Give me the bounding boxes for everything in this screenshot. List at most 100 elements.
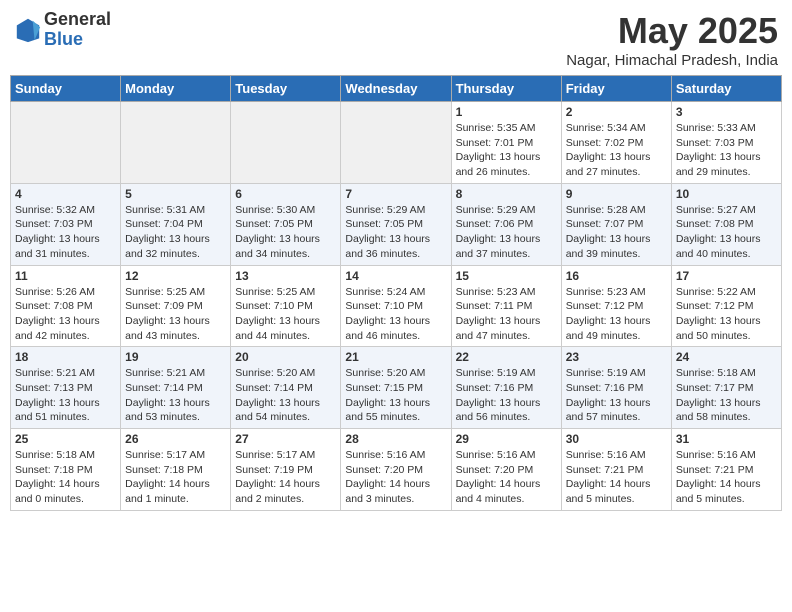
calendar-cell: 5 Sunrise: 5:31 AM Sunset: 7:04 PM Daylig… bbox=[121, 183, 231, 265]
day-info: Sunrise: 5:16 AM Sunset: 7:20 PM Dayligh… bbox=[456, 448, 557, 507]
day-number: 30 bbox=[566, 432, 667, 446]
day-number: 9 bbox=[566, 187, 667, 201]
day-info: Sunrise: 5:19 AM Sunset: 7:16 PM Dayligh… bbox=[456, 366, 557, 425]
day-number: 26 bbox=[125, 432, 226, 446]
day-number: 15 bbox=[456, 269, 557, 283]
day-info: Sunrise: 5:33 AM Sunset: 7:03 PM Dayligh… bbox=[676, 121, 777, 180]
calendar-cell: 14Sunrise: 5:24 AM Sunset: 7:10 PM Dayli… bbox=[341, 265, 451, 347]
day-info: Sunrise: 5:29 AM Sunset: 7:06 PM Dayligh… bbox=[456, 203, 557, 262]
calendar-cell: 16 Sunrise: 5:23 AM Sunset: 7:12 PM Dayli… bbox=[561, 265, 671, 347]
calendar-cell: 21 Sunrise: 5:20 AM Sunset: 7:15 PM Dayli… bbox=[341, 347, 451, 429]
title-block: May 2025 Nagar, Himachal Pradesh, India bbox=[566, 10, 778, 69]
day-number: 16 bbox=[566, 269, 667, 283]
day-info: Sunrise: 5:25 AM Sunset: 7:09 PM Dayligh… bbox=[125, 285, 226, 344]
logo-icon bbox=[14, 16, 42, 44]
day-info: Sunrise: 5:17 AM Sunset: 7:18 PM Dayligh… bbox=[125, 448, 226, 507]
calendar-cell: 12 Sunrise: 5:25 AM Sunset: 7:09 PM Dayli… bbox=[121, 265, 231, 347]
calendar-week-row: 11 Sunrise: 5:26 AM Sunset: 7:08 PM Dayli… bbox=[11, 265, 782, 347]
day-info: Sunrise: 5:28 AM Sunset: 7:07 PM Dayligh… bbox=[566, 203, 667, 262]
weekday-header-tuesday: Tuesday bbox=[231, 76, 341, 102]
day-info: Sunrise: 5:23 AM Sunset: 7:11 PM Dayligh… bbox=[456, 285, 557, 344]
day-info: Sunrise: 5:24 AM Sunset: 7:10 PM Dayligh… bbox=[345, 285, 446, 344]
day-number: 19 bbox=[125, 350, 226, 364]
calendar-cell: 9 Sunrise: 5:28 AM Sunset: 7:07 PM Daylig… bbox=[561, 183, 671, 265]
day-number: 28 bbox=[345, 432, 446, 446]
logo-general-text: General bbox=[44, 10, 111, 30]
day-info: Sunrise: 5:26 AM Sunset: 7:08 PM Dayligh… bbox=[15, 285, 116, 344]
day-number: 3 bbox=[676, 105, 777, 119]
day-info: Sunrise: 5:32 AM Sunset: 7:03 PM Dayligh… bbox=[15, 203, 116, 262]
page-header: General Blue May 2025 Nagar, Himachal Pr… bbox=[10, 10, 782, 69]
day-number: 17 bbox=[676, 269, 777, 283]
calendar-week-row: 4Sunrise: 5:32 AM Sunset: 7:03 PM Daylig… bbox=[11, 183, 782, 265]
day-number: 12 bbox=[125, 269, 226, 283]
calendar-cell: 24Sunrise: 5:18 AM Sunset: 7:17 PM Dayli… bbox=[671, 347, 781, 429]
logo: General Blue bbox=[14, 10, 111, 50]
day-number: 11 bbox=[15, 269, 116, 283]
calendar-cell: 15 Sunrise: 5:23 AM Sunset: 7:11 PM Dayli… bbox=[451, 265, 561, 347]
weekday-header-sunday: Sunday bbox=[11, 76, 121, 102]
day-number: 10 bbox=[676, 187, 777, 201]
day-info: Sunrise: 5:17 AM Sunset: 7:19 PM Dayligh… bbox=[235, 448, 336, 507]
calendar-cell: 17 Sunrise: 5:22 AM Sunset: 7:12 PM Dayli… bbox=[671, 265, 781, 347]
weekday-header-saturday: Saturday bbox=[671, 76, 781, 102]
calendar-cell: 19 Sunrise: 5:21 AM Sunset: 7:14 PM Dayli… bbox=[121, 347, 231, 429]
calendar-cell: 26 Sunrise: 5:17 AM Sunset: 7:18 PM Dayli… bbox=[121, 429, 231, 511]
weekday-header-row: SundayMondayTuesdayWednesdayThursdayFrid… bbox=[11, 76, 782, 102]
calendar-cell: 30 Sunrise: 5:16 AM Sunset: 7:21 PM Dayli… bbox=[561, 429, 671, 511]
calendar-cell: 10 Sunrise: 5:27 AM Sunset: 7:08 PM Dayli… bbox=[671, 183, 781, 265]
day-info: Sunrise: 5:18 AM Sunset: 7:17 PM Dayligh… bbox=[676, 366, 777, 425]
day-info: Sunrise: 5:31 AM Sunset: 7:04 PM Dayligh… bbox=[125, 203, 226, 262]
day-number: 5 bbox=[125, 187, 226, 201]
day-info: Sunrise: 5:19 AM Sunset: 7:16 PM Dayligh… bbox=[566, 366, 667, 425]
calendar-cell: 1Sunrise: 5:35 AM Sunset: 7:01 PM Daylig… bbox=[451, 102, 561, 184]
day-number: 21 bbox=[345, 350, 446, 364]
day-info: Sunrise: 5:21 AM Sunset: 7:14 PM Dayligh… bbox=[125, 366, 226, 425]
day-info: Sunrise: 5:16 AM Sunset: 7:21 PM Dayligh… bbox=[676, 448, 777, 507]
calendar-week-row: 18Sunrise: 5:21 AM Sunset: 7:13 PM Dayli… bbox=[11, 347, 782, 429]
logo-blue-text: Blue bbox=[44, 30, 111, 50]
day-number: 31 bbox=[676, 432, 777, 446]
day-number: 2 bbox=[566, 105, 667, 119]
calendar-cell: 6Sunrise: 5:30 AM Sunset: 7:05 PM Daylig… bbox=[231, 183, 341, 265]
calendar-cell: 25 Sunrise: 5:18 AM Sunset: 7:18 PM Dayli… bbox=[11, 429, 121, 511]
day-info: Sunrise: 5:27 AM Sunset: 7:08 PM Dayligh… bbox=[676, 203, 777, 262]
calendar-cell bbox=[11, 102, 121, 184]
day-number: 6 bbox=[235, 187, 336, 201]
day-info: Sunrise: 5:23 AM Sunset: 7:12 PM Dayligh… bbox=[566, 285, 667, 344]
calendar-table: SundayMondayTuesdayWednesdayThursdayFrid… bbox=[10, 75, 782, 511]
weekday-header-monday: Monday bbox=[121, 76, 231, 102]
day-info: Sunrise: 5:22 AM Sunset: 7:12 PM Dayligh… bbox=[676, 285, 777, 344]
day-info: Sunrise: 5:25 AM Sunset: 7:10 PM Dayligh… bbox=[235, 285, 336, 344]
weekday-header-thursday: Thursday bbox=[451, 76, 561, 102]
day-number: 29 bbox=[456, 432, 557, 446]
day-info: Sunrise: 5:35 AM Sunset: 7:01 PM Dayligh… bbox=[456, 121, 557, 180]
calendar-cell: 8 Sunrise: 5:29 AM Sunset: 7:06 PM Daylig… bbox=[451, 183, 561, 265]
calendar-cell: 2 Sunrise: 5:34 AM Sunset: 7:02 PM Daylig… bbox=[561, 102, 671, 184]
calendar-week-row: 1Sunrise: 5:35 AM Sunset: 7:01 PM Daylig… bbox=[11, 102, 782, 184]
day-number: 8 bbox=[456, 187, 557, 201]
calendar-cell: 27Sunrise: 5:17 AM Sunset: 7:19 PM Dayli… bbox=[231, 429, 341, 511]
day-number: 22 bbox=[456, 350, 557, 364]
day-number: 25 bbox=[15, 432, 116, 446]
day-info: Sunrise: 5:34 AM Sunset: 7:02 PM Dayligh… bbox=[566, 121, 667, 180]
calendar-cell: 23Sunrise: 5:19 AM Sunset: 7:16 PM Dayli… bbox=[561, 347, 671, 429]
day-info: Sunrise: 5:16 AM Sunset: 7:21 PM Dayligh… bbox=[566, 448, 667, 507]
calendar-cell: 31 Sunrise: 5:16 AM Sunset: 7:21 PM Dayli… bbox=[671, 429, 781, 511]
calendar-cell: 4Sunrise: 5:32 AM Sunset: 7:03 PM Daylig… bbox=[11, 183, 121, 265]
calendar-cell: 29 Sunrise: 5:16 AM Sunset: 7:20 PM Dayli… bbox=[451, 429, 561, 511]
calendar-cell: 22 Sunrise: 5:19 AM Sunset: 7:16 PM Dayli… bbox=[451, 347, 561, 429]
calendar-cell: 3 Sunrise: 5:33 AM Sunset: 7:03 PM Daylig… bbox=[671, 102, 781, 184]
weekday-header-wednesday: Wednesday bbox=[341, 76, 451, 102]
day-number: 7 bbox=[345, 187, 446, 201]
day-info: Sunrise: 5:20 AM Sunset: 7:15 PM Dayligh… bbox=[345, 366, 446, 425]
day-info: Sunrise: 5:16 AM Sunset: 7:20 PM Dayligh… bbox=[345, 448, 446, 507]
calendar-cell: 7Sunrise: 5:29 AM Sunset: 7:05 PM Daylig… bbox=[341, 183, 451, 265]
calendar-cell: 28 Sunrise: 5:16 AM Sunset: 7:20 PM Dayli… bbox=[341, 429, 451, 511]
day-info: Sunrise: 5:18 AM Sunset: 7:18 PM Dayligh… bbox=[15, 448, 116, 507]
calendar-cell: 18Sunrise: 5:21 AM Sunset: 7:13 PM Dayli… bbox=[11, 347, 121, 429]
calendar-cell: 20Sunrise: 5:20 AM Sunset: 7:14 PM Dayli… bbox=[231, 347, 341, 429]
calendar-cell: 13Sunrise: 5:25 AM Sunset: 7:10 PM Dayli… bbox=[231, 265, 341, 347]
day-info: Sunrise: 5:21 AM Sunset: 7:13 PM Dayligh… bbox=[15, 366, 116, 425]
day-info: Sunrise: 5:20 AM Sunset: 7:14 PM Dayligh… bbox=[235, 366, 336, 425]
